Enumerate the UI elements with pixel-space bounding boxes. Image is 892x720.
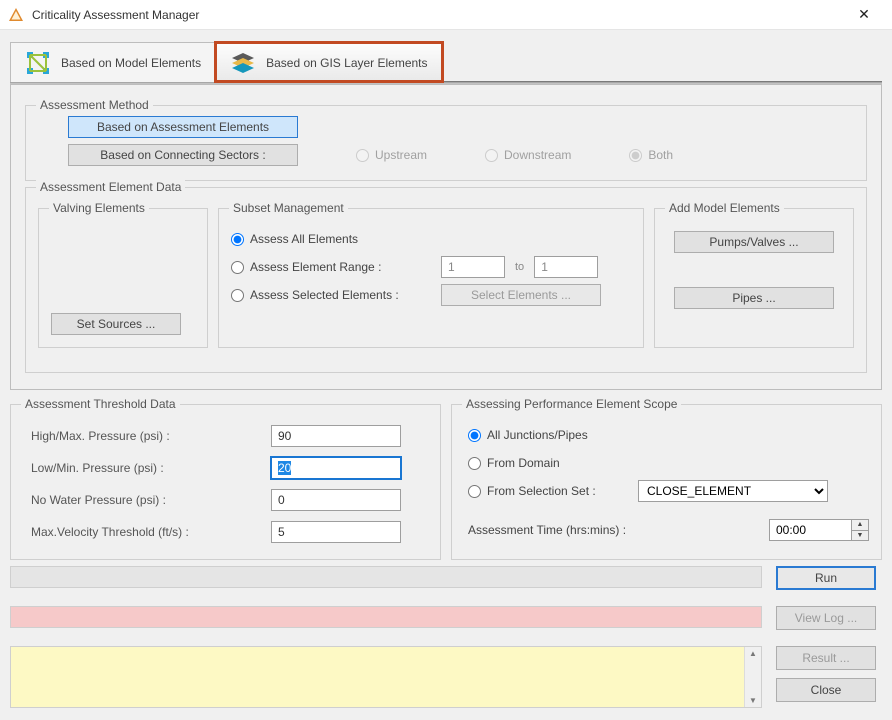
gis-layers-icon — [230, 50, 256, 76]
radio-from-selection-set[interactable]: From Selection Set : — [468, 484, 628, 498]
bottom-area: Run View Log ... ▲ ▼ Result ... Close — [10, 566, 882, 710]
assessment-method-group: Assessment Method Based on Assessment El… — [25, 105, 867, 181]
range-to-label: to — [515, 261, 524, 273]
btn-based-on-assessment-elements[interactable]: Based on Assessment Elements — [68, 116, 298, 138]
tab-model-label: Based on Model Elements — [61, 56, 201, 70]
performance-scope-group: Assessing Performance Element Scope All … — [451, 404, 882, 560]
subset-management-legend: Subset Management — [229, 201, 348, 215]
max-velocity-input[interactable] — [271, 521, 401, 543]
radio-assess-range-input[interactable] — [231, 261, 244, 274]
radio-assess-range-label: Assess Element Range : — [250, 260, 381, 274]
max-velocity-label: Max.Velocity Threshold (ft/s) : — [31, 525, 271, 539]
progress-strip — [10, 566, 762, 588]
radio-from-domain-label: From Domain — [487, 456, 560, 470]
btn-close[interactable]: Close — [776, 678, 876, 702]
tabs-bar: Based on Model Elements Based on GIS Lay… — [10, 38, 882, 82]
valving-elements-group: Valving Elements Set Sources ... — [38, 208, 208, 348]
radio-from-domain[interactable]: From Domain — [468, 456, 560, 470]
no-water-pressure-label: No Water Pressure (psi) : — [31, 493, 271, 507]
title-bar: Criticality Assessment Manager ✕ — [0, 0, 892, 30]
btn-set-sources[interactable]: Set Sources ... — [51, 313, 181, 335]
radio-both-label: Both — [648, 148, 673, 162]
assessment-element-data-group: Assessment Element Data Valving Elements… — [25, 187, 867, 373]
range-to-input[interactable] — [534, 256, 598, 278]
log-scrollbar[interactable]: ▲ ▼ — [744, 647, 761, 707]
radio-all-junctions-label: All Junctions/Pipes — [487, 428, 588, 442]
window-title: Criticality Assessment Manager — [32, 8, 844, 22]
btn-select-elements[interactable]: Select Elements ... — [441, 284, 601, 306]
radio-assess-range[interactable]: Assess Element Range : — [231, 260, 431, 274]
high-pressure-label: High/Max. Pressure (psi) : — [31, 429, 271, 443]
radio-assess-all-label: Assess All Elements — [250, 232, 358, 246]
low-pressure-input[interactable] — [271, 457, 401, 479]
scroll-up-icon[interactable]: ▲ — [749, 649, 757, 658]
selection-set-dropdown[interactable]: CLOSE_ELEMENT — [638, 480, 828, 502]
radio-assess-selected-label: Assess Selected Elements : — [250, 288, 399, 302]
log-output-area: ▲ ▼ — [10, 646, 762, 708]
radio-downstream: Downstream — [485, 148, 571, 162]
scroll-down-icon[interactable]: ▼ — [749, 696, 757, 705]
radio-both-input — [629, 149, 642, 162]
radio-downstream-label: Downstream — [504, 148, 571, 162]
status-strip — [10, 606, 762, 628]
main-panel: Assessment Method Based on Assessment El… — [10, 84, 882, 390]
add-model-elements-legend: Add Model Elements — [665, 201, 784, 215]
radio-assess-all[interactable]: Assess All Elements — [231, 232, 358, 246]
model-elements-icon — [25, 50, 51, 76]
btn-view-log[interactable]: View Log ... — [776, 606, 876, 630]
radio-all-junctions[interactable]: All Junctions/Pipes — [468, 428, 588, 442]
app-icon — [8, 7, 24, 23]
tab-gis-layer-elements[interactable]: Based on GIS Layer Elements — [215, 42, 442, 82]
radio-downstream-input — [485, 149, 498, 162]
btn-pipes[interactable]: Pipes ... — [674, 287, 834, 309]
assessment-element-data-legend: Assessment Element Data — [36, 180, 185, 194]
assessment-time-label: Assessment Time (hrs:mins) : — [468, 523, 626, 537]
radio-from-selection-set-input[interactable] — [468, 485, 481, 498]
close-icon: ✕ — [858, 6, 870, 23]
add-model-elements-group: Add Model Elements Pumps/Valves ... Pipe… — [654, 208, 854, 348]
radio-assess-selected-input[interactable] — [231, 289, 244, 302]
radio-upstream-label: Upstream — [375, 148, 427, 162]
assessment-time-input[interactable] — [769, 519, 851, 541]
subset-management-group: Subset Management Assess All Elements As… — [218, 208, 644, 348]
assessment-time-spinner[interactable]: ▲ ▼ — [769, 519, 869, 541]
no-water-pressure-input[interactable] — [271, 489, 401, 511]
radio-assess-selected[interactable]: Assess Selected Elements : — [231, 288, 431, 302]
range-from-input[interactable] — [441, 256, 505, 278]
high-pressure-input[interactable] — [271, 425, 401, 447]
low-pressure-label: Low/Min. Pressure (psi) : — [31, 461, 271, 475]
btn-based-on-connecting-sectors[interactable]: Based on Connecting Sectors : — [68, 144, 298, 166]
performance-scope-legend: Assessing Performance Element Scope — [462, 397, 681, 411]
radio-upstream-input — [356, 149, 369, 162]
close-window-button[interactable]: ✕ — [844, 1, 884, 29]
radio-both: Both — [629, 148, 673, 162]
spinner-arrows[interactable]: ▲ ▼ — [851, 519, 869, 541]
spinner-up-icon[interactable]: ▲ — [852, 520, 868, 531]
radio-all-junctions-input[interactable] — [468, 429, 481, 442]
assessment-threshold-legend: Assessment Threshold Data — [21, 397, 180, 411]
btn-result[interactable]: Result ... — [776, 646, 876, 670]
tab-gis-label: Based on GIS Layer Elements — [266, 56, 427, 70]
tab-model-elements[interactable]: Based on Model Elements — [10, 42, 216, 82]
btn-pumps-valves[interactable]: Pumps/Valves ... — [674, 231, 834, 253]
btn-run[interactable]: Run — [776, 566, 876, 590]
valving-elements-legend: Valving Elements — [49, 201, 149, 215]
radio-from-selection-set-label: From Selection Set : — [487, 484, 596, 498]
assessment-method-legend: Assessment Method — [36, 98, 153, 112]
client-area: Based on Model Elements Based on GIS Lay… — [0, 30, 892, 720]
radio-assess-all-input[interactable] — [231, 233, 244, 246]
assessment-threshold-group: Assessment Threshold Data High/Max. Pres… — [10, 404, 441, 560]
spinner-down-icon[interactable]: ▼ — [852, 531, 868, 541]
radio-from-domain-input[interactable] — [468, 457, 481, 470]
radio-upstream: Upstream — [356, 148, 427, 162]
